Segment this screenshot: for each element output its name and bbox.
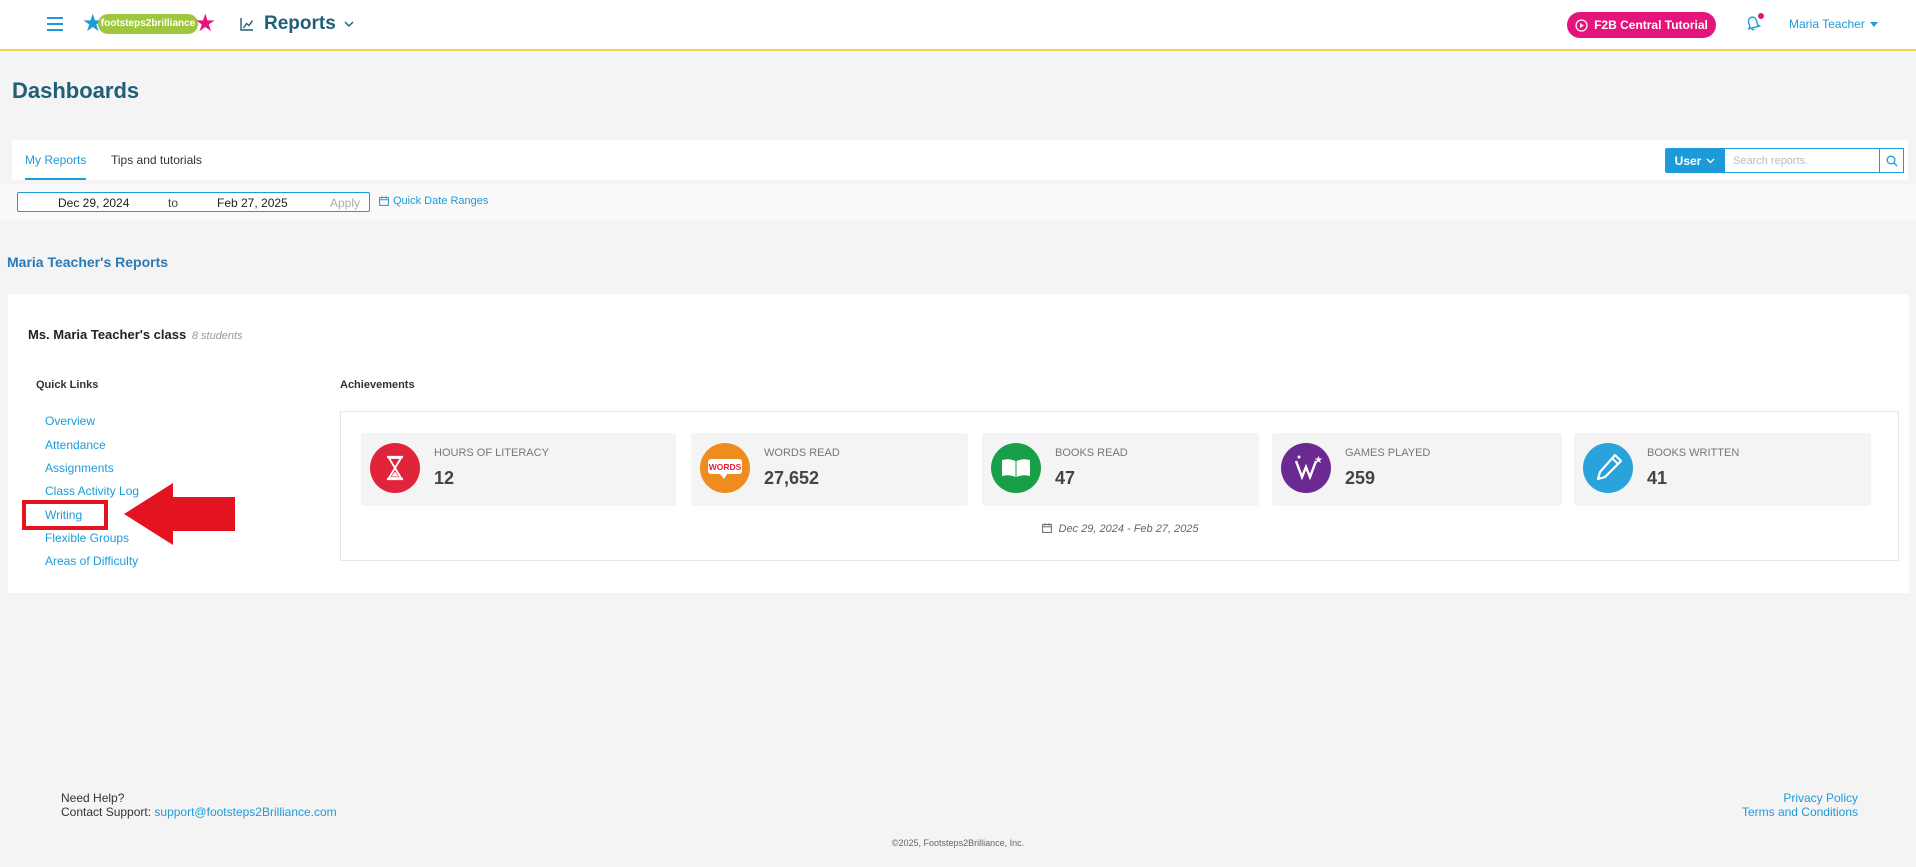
footer-links: Privacy Policy Terms and Conditions (1742, 791, 1858, 819)
achievement-label: Games Played (1345, 447, 1431, 459)
date-range-picker[interactable]: Dec 29, 2024 to Feb 27, 2025 Apply (17, 192, 370, 212)
copyright: ©2025, Footsteps2Brilliance, Inc. (891, 838, 1025, 848)
end-date[interactable]: Feb 27, 2025 (217, 196, 288, 210)
achievement-value: 259 (1345, 468, 1376, 488)
achievements-range-text: Dec 29, 2024 - Feb 27, 2025 (1058, 523, 1199, 535)
quick-link-assignments[interactable]: Assignments (45, 461, 114, 475)
quick-link-flexible-groups[interactable]: Flexible Groups (45, 531, 129, 545)
quick-date-ranges-link[interactable]: Quick Date Ranges (379, 195, 488, 207)
start-date[interactable]: Dec 29, 2024 (58, 196, 129, 210)
support-email-link[interactable]: support@footsteps2Brilliance.com (154, 805, 336, 819)
achievement-books-read: Books Read 47 (982, 433, 1259, 506)
tab-my-reports[interactable]: My Reports (25, 140, 87, 180)
achievements-heading: Achievements (340, 379, 415, 391)
achievements-date-range: Dec 29, 2024 - Feb 27, 2025 (341, 523, 1900, 535)
calendar-icon (1042, 523, 1053, 533)
search-scope-label: User (1674, 153, 1702, 168)
caret-down-icon (1869, 21, 1878, 27)
achievement-hours-of-literacy: Hours of Literacy 12 (361, 433, 676, 506)
class-name: Ms. Maria Teacher's class (28, 327, 187, 342)
privacy-policy-link[interactable]: Privacy Policy (1742, 791, 1858, 805)
chevron-down-icon (1706, 158, 1715, 164)
terms-link[interactable]: Terms and Conditions (1742, 805, 1858, 819)
class-card: Ms. Maria Teacher's class 8 students Qui… (8, 294, 1909, 593)
pencil-icon (1583, 443, 1633, 493)
logo-text: footsteps2brilliance (98, 14, 198, 34)
achievement-value: 12 (434, 468, 455, 488)
bar-chart-icon (240, 18, 254, 31)
search-scope-dropdown[interactable]: User (1665, 148, 1725, 173)
contact-label: Contact Support: (61, 805, 152, 819)
open-book-icon (991, 443, 1041, 493)
class-title: Ms. Maria Teacher's class 8 students (28, 327, 243, 342)
quick-link-areas-of-difficulty[interactable]: Areas of Difficulty (45, 554, 138, 568)
calendar-icon (379, 196, 389, 206)
footer-help: Need Help? Contact Support: support@foot… (61, 791, 337, 819)
tutorial-button[interactable]: F2B Central Tutorial (1567, 12, 1716, 38)
logo[interactable]: ★ footsteps2brilliance ★ (82, 10, 216, 38)
quick-link-class-activity-log[interactable]: Class Activity Log (45, 484, 139, 498)
achievements-panel: Hours of Literacy 12 WORDS Words Read 27… (340, 411, 1899, 561)
user-menu[interactable]: Maria Teacher (1789, 17, 1878, 31)
quick-links-heading: Quick Links (36, 379, 99, 391)
apply-button[interactable]: Apply (330, 196, 360, 210)
contact-support: Contact Support: support@footsteps2Brill… (61, 805, 337, 819)
achievement-label: Books Read (1055, 447, 1128, 459)
achievement-books-written: Books Written 41 (1574, 433, 1871, 506)
achievement-games-played: ★ Games Played 259 (1272, 433, 1562, 506)
search-icon (1886, 155, 1897, 166)
achievement-label: Words Read (764, 447, 840, 459)
achievement-value: 47 (1055, 468, 1076, 488)
achievement-value: 27,652 (764, 468, 820, 488)
notification-dot (1758, 13, 1764, 19)
search-input[interactable] (1725, 148, 1880, 173)
games-icon: ★ (1281, 443, 1331, 493)
quick-link-writing[interactable]: Writing (45, 508, 82, 522)
chevron-down-icon (344, 21, 354, 27)
hourglass-icon (370, 443, 420, 493)
reports-heading: Maria Teacher's Reports (7, 254, 169, 270)
tabs-bar: My Reports Tips and tutorials User (12, 140, 1908, 180)
achievement-value: 41 (1647, 468, 1668, 488)
student-count: 8 students (191, 330, 243, 342)
words-icon: WORDS (700, 443, 750, 493)
menu-icon[interactable] (47, 17, 63, 31)
achievement-words-read: WORDS Words Read 27,652 (691, 433, 968, 506)
search-button[interactable] (1879, 148, 1904, 173)
reports-menu[interactable]: Reports (240, 10, 354, 38)
pink-star-icon: ★ (194, 10, 216, 37)
page-title: Dashboards (12, 78, 140, 103)
achievement-label: Hours of Literacy (434, 447, 549, 459)
play-circle-icon (1575, 18, 1588, 32)
achievement-label: Books Written (1647, 447, 1740, 459)
quick-link-attendance[interactable]: Attendance (45, 438, 106, 452)
section-title: Reports (264, 13, 336, 34)
quick-link-overview[interactable]: Overview (45, 414, 95, 428)
user-name: Maria Teacher (1789, 17, 1865, 31)
svg-text:WORDS: WORDS (709, 462, 742, 472)
top-bar: ★ footsteps2brilliance ★ Reports F2B Cen… (0, 0, 1916, 51)
tutorial-label: F2B Central Tutorial (1594, 18, 1708, 32)
svg-text:★: ★ (1314, 455, 1323, 466)
quick-date-ranges-label: Quick Date Ranges (393, 195, 489, 207)
tab-tips-and-tutorials[interactable]: Tips and tutorials (111, 140, 202, 180)
need-help-label: Need Help? (61, 791, 125, 805)
date-separator: to (168, 196, 179, 210)
date-filter-bar: Dec 29, 2024 to Feb 27, 2025 Apply Quick… (0, 184, 1916, 220)
